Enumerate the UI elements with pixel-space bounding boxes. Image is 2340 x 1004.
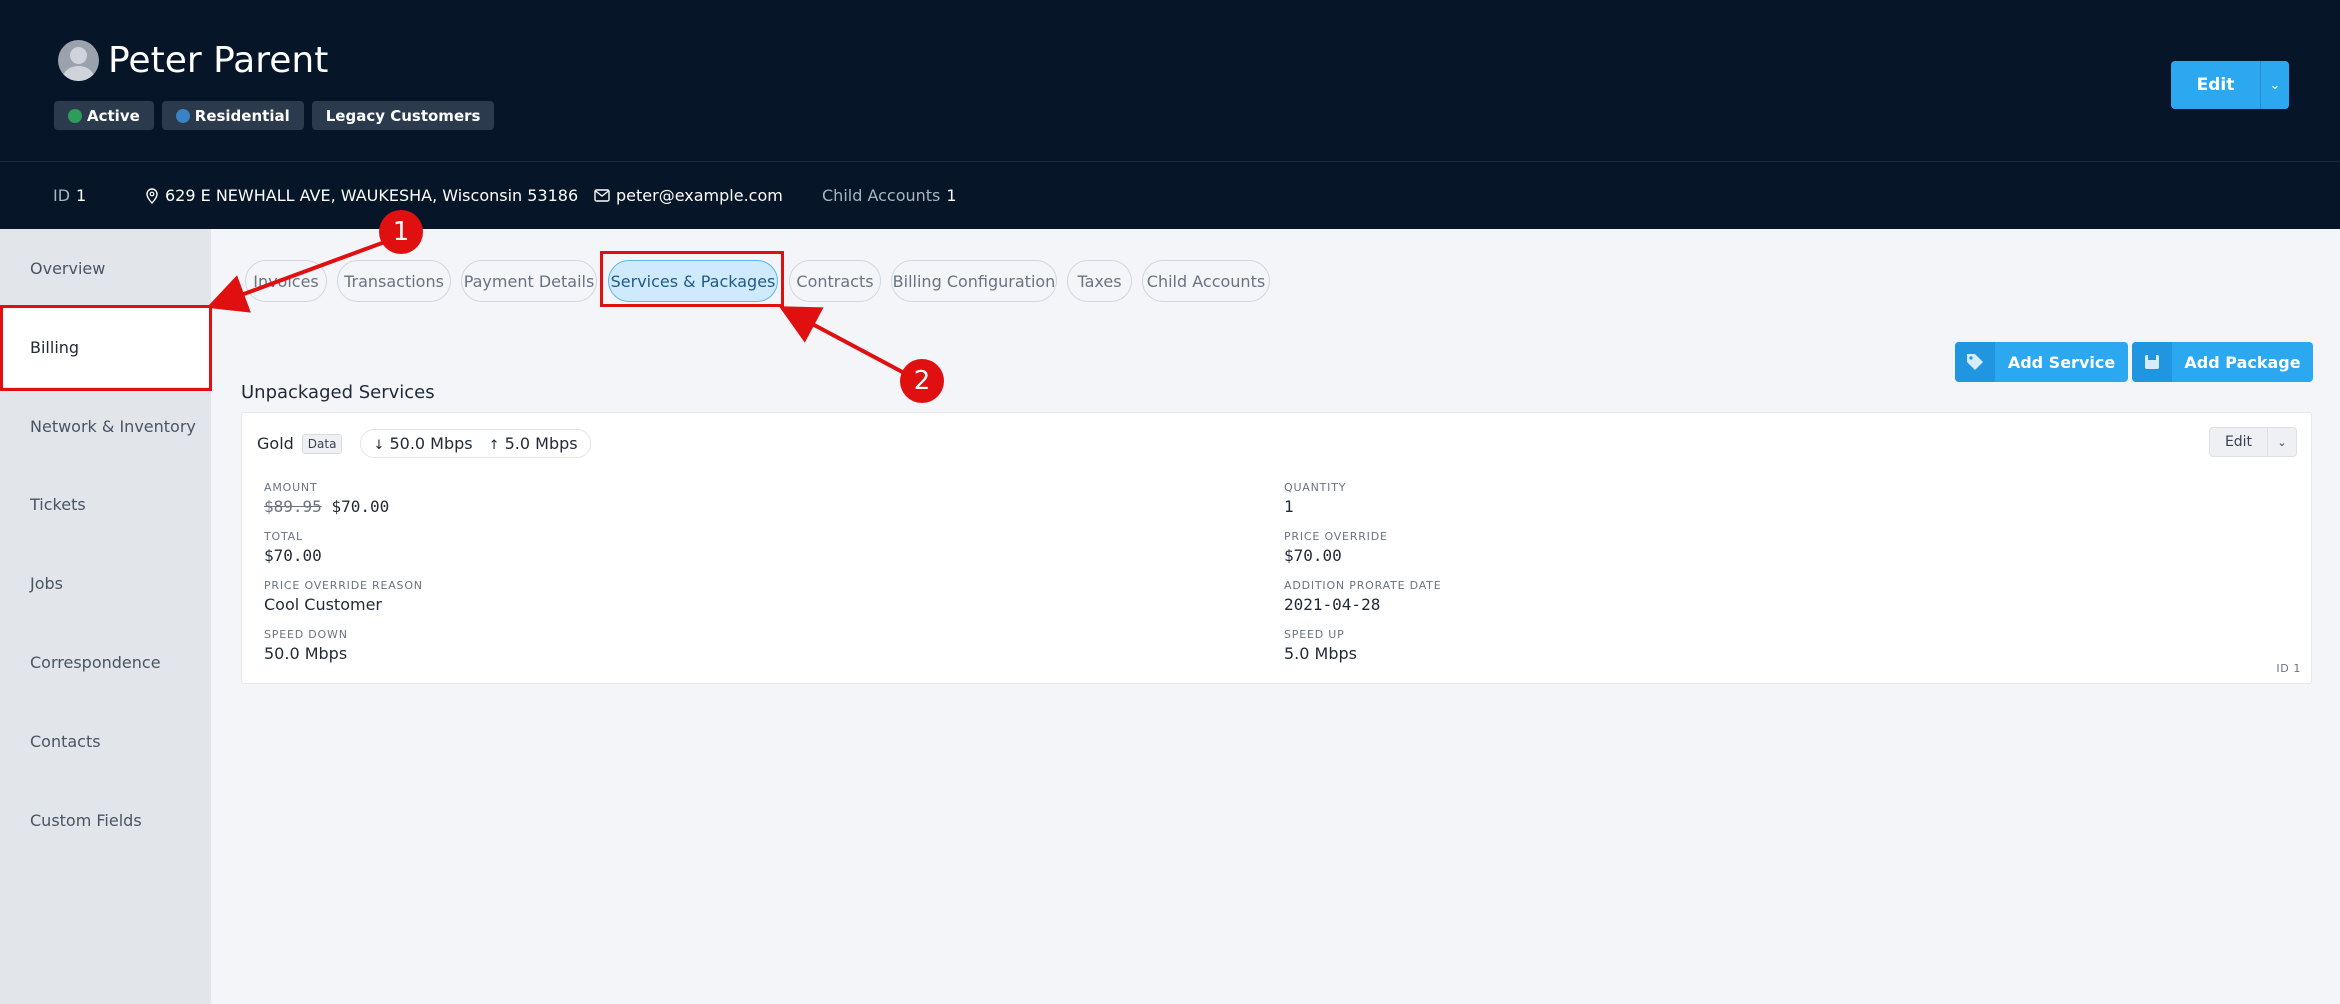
- location-pin-icon: [146, 187, 158, 204]
- speed-up-summary: ↑ 5.0 Mbps: [489, 434, 578, 453]
- field-total: TOTAL $70.00: [264, 530, 322, 565]
- id-label: ID: [53, 186, 71, 205]
- customer-header: Peter Parent Active Residential Legacy C…: [0, 0, 2340, 161]
- id-value: 1: [76, 186, 87, 205]
- chevron-down-icon[interactable]: ⌄: [2268, 428, 2296, 456]
- sidebar-item-tickets[interactable]: Tickets: [30, 495, 86, 514]
- field-value: 5.0 Mbps: [1284, 644, 1357, 663]
- field-price-override: PRICE OVERRIDE $70.00: [1284, 530, 1388, 565]
- field-label: SPEED UP: [1284, 628, 1345, 641]
- sidebar-item-custom-fields[interactable]: Custom Fields: [30, 811, 142, 830]
- badge-label: Active: [87, 106, 140, 125]
- amount-original: $89.95: [264, 497, 322, 516]
- avatar: [58, 40, 99, 81]
- badge-label: Legacy Customers: [325, 106, 481, 125]
- service-name: Gold: [257, 434, 294, 453]
- tab-child-accounts[interactable]: Child Accounts: [1142, 260, 1270, 302]
- sidebar-item-contacts[interactable]: Contacts: [30, 732, 101, 751]
- mail-icon: [594, 189, 610, 202]
- customer-address[interactable]: 629 E NEWHALL AVE, WAUKESHA, Wisconsin 5…: [145, 186, 578, 205]
- service-card-header: Gold Data ↓ 50.0 Mbps ↑ 5.0 Mbps: [257, 429, 591, 458]
- annotation-marker-1: 1: [379, 210, 423, 254]
- field-addition-prorate-date: ADDITION PRORATE DATE 2021-04-28: [1284, 579, 1441, 614]
- customer-id: ID 1: [53, 186, 86, 205]
- child-accounts-label: Child Accounts: [822, 186, 941, 205]
- address-text[interactable]: 629 E NEWHALL AVE, WAUKESHA, Wisconsin 5…: [165, 186, 578, 205]
- field-value: $70.00: [264, 546, 322, 565]
- chevron-down-icon[interactable]: ⌄: [2261, 61, 2289, 109]
- tab-transactions[interactable]: Transactions: [337, 260, 451, 302]
- field-label: TOTAL: [264, 530, 303, 543]
- amount-value: $70.00: [331, 497, 390, 516]
- status-badge-active: Active: [54, 101, 154, 130]
- tab-invoices[interactable]: Invoices: [245, 260, 327, 302]
- annotation-box-billing: [0, 305, 212, 391]
- field-label: QUANTITY: [1284, 481, 1347, 494]
- field-value: Cool Customer: [264, 595, 382, 614]
- sidebar-item-correspondence[interactable]: Correspondence: [30, 653, 161, 672]
- status-badges: Active Residential Legacy Customers: [54, 101, 495, 130]
- arrow-up-icon: ↑: [488, 438, 500, 453]
- speed-down-summary: ↓ 50.0 Mbps: [373, 434, 472, 453]
- tag-icon: [1955, 342, 1995, 382]
- tab-taxes[interactable]: Taxes: [1067, 260, 1132, 302]
- add-service-label[interactable]: Add Service: [1995, 353, 2128, 372]
- field-label: AMOUNT: [264, 481, 318, 494]
- service-card: Gold Data ↓ 50.0 Mbps ↑ 5.0 Mbps Edit ⌄ …: [241, 412, 2312, 684]
- service-edit-button[interactable]: Edit ⌄: [2209, 427, 2297, 457]
- field-value: 1: [1284, 497, 1294, 516]
- field-value: 2021-04-28: [1284, 595, 1381, 614]
- package-icon: [2132, 342, 2172, 382]
- field-quantity: QUANTITY 1: [1284, 481, 1346, 516]
- field-label: PRICE OVERRIDE REASON: [264, 579, 423, 592]
- field-price-override-reason: PRICE OVERRIDE REASON Cool Customer: [264, 579, 423, 614]
- sidebar-item-overview[interactable]: Overview: [30, 259, 105, 278]
- service-type-badge: Data: [301, 433, 343, 454]
- field-label: PRICE OVERRIDE: [1284, 530, 1388, 543]
- status-badge-legacy: Legacy Customers: [311, 101, 495, 130]
- field-value: $89.95 $70.00: [264, 497, 389, 516]
- customer-email[interactable]: peter@example.com: [594, 186, 783, 205]
- add-package-label[interactable]: Add Package: [2172, 353, 2313, 372]
- tab-contracts[interactable]: Contracts: [789, 260, 881, 302]
- section-title: Unpackaged Services: [241, 382, 435, 403]
- add-package-button[interactable]: Add Package: [2132, 342, 2313, 382]
- speed-pill: ↓ 50.0 Mbps ↑ 5.0 Mbps: [360, 429, 591, 458]
- annotation-box-services-tab: [600, 251, 784, 307]
- field-value: $70.00: [1284, 546, 1342, 565]
- child-accounts-count: Child Accounts 1: [822, 186, 957, 205]
- service-edit-label[interactable]: Edit: [2210, 428, 2268, 456]
- field-amount: AMOUNT $89.95 $70.00: [264, 481, 389, 516]
- field-label: SPEED DOWN: [264, 628, 348, 641]
- add-service-button[interactable]: Add Service: [1955, 342, 2128, 382]
- speed-up-text: 5.0 Mbps: [504, 434, 578, 453]
- arrow-down-icon: ↓: [373, 438, 385, 453]
- customer-title: Peter Parent: [58, 40, 328, 81]
- edit-button-label[interactable]: Edit: [2171, 61, 2261, 109]
- customer-info-bar: ID 1 629 E NEWHALL AVE, WAUKESHA, Wiscon…: [0, 161, 2340, 229]
- edit-customer-button[interactable]: Edit ⌄: [2171, 61, 2289, 109]
- tab-billing-configuration[interactable]: Billing Configuration: [891, 260, 1057, 302]
- child-accounts-value: 1: [946, 186, 957, 205]
- sidebar-item-network-inventory[interactable]: Network & Inventory: [30, 417, 196, 436]
- tab-payment-details[interactable]: Payment Details: [461, 260, 597, 302]
- residential-dot-icon: [175, 108, 190, 123]
- sidebar-item-jobs[interactable]: Jobs: [30, 574, 63, 593]
- annotation-marker-2: 2: [900, 359, 944, 403]
- active-dot-icon: [68, 108, 82, 123]
- customer-name: Peter Parent: [108, 40, 329, 81]
- field-speed-up: SPEED UP 5.0 Mbps: [1284, 628, 1357, 663]
- email-text[interactable]: peter@example.com: [616, 186, 783, 205]
- service-id: ID 1: [2276, 662, 2301, 675]
- field-label: ADDITION PRORATE DATE: [1284, 579, 1442, 592]
- badge-label: Residential: [194, 106, 290, 125]
- speed-down-text: 50.0 Mbps: [389, 434, 473, 453]
- status-badge-residential: Residential: [161, 101, 304, 130]
- field-value: 50.0 Mbps: [264, 644, 348, 663]
- field-speed-down: SPEED DOWN 50.0 Mbps: [264, 628, 348, 663]
- annotation-arrow-2: [778, 306, 909, 377]
